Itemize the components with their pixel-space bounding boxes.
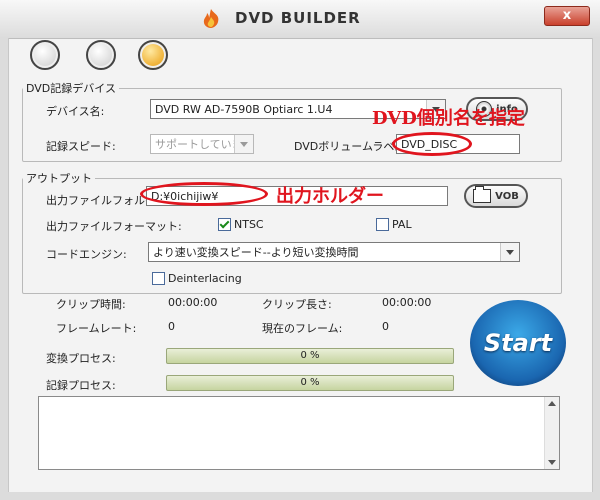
annotation-oval-volume (392, 132, 472, 156)
mode-button-1[interactable] (30, 40, 60, 70)
convert-progress-bar: 0 % (166, 348, 454, 364)
ntsc-checkbox[interactable] (218, 218, 231, 231)
folder-icon (473, 186, 492, 203)
pal-checkbox[interactable] (376, 218, 389, 231)
flame-icon (203, 9, 219, 28)
frame-rate-label: フレームレート: (56, 322, 137, 335)
device-select-value: DVD RW AD-7590B Optiarc 1.U4 (155, 103, 333, 116)
clip-time-label: クリップ時間: (56, 298, 126, 311)
record-speed-select[interactable]: サポートしていま (150, 134, 254, 154)
scroll-down-icon[interactable] (548, 460, 556, 465)
scroll-up-icon[interactable] (548, 401, 556, 406)
annotation-output-folder: 出力ホルダー (276, 186, 384, 207)
chevron-down-icon[interactable] (500, 243, 519, 261)
current-frame-label: 現在のフレーム: (262, 322, 343, 335)
log-scrollbar[interactable] (544, 397, 559, 469)
current-frame-value: 0 (382, 320, 389, 333)
close-button[interactable]: x (544, 6, 590, 26)
device-name-label: デバイス名: (46, 105, 105, 118)
mode-button-3[interactable] (138, 40, 168, 70)
vob-button-label: VOB (495, 190, 519, 202)
mode-button-2[interactable] (86, 40, 116, 70)
record-speed-value: サポートしていま (155, 138, 243, 151)
code-engine-select[interactable]: より速い変換スピード--より短い変換時間 (148, 242, 520, 262)
chevron-down-icon[interactable] (234, 135, 253, 153)
window-border-right (592, 38, 600, 500)
device-group-legend: DVD記録デバイス (23, 80, 119, 96)
deinterlacing-label: Deinterlacing (168, 272, 242, 285)
clip-time-value: 00:00:00 (168, 296, 218, 309)
ntsc-label: NTSC (234, 218, 264, 231)
clip-length-label: クリップ長さ: (262, 298, 332, 311)
output-group-legend: アウトプット (23, 170, 95, 186)
convert-progress-text: 0 % (300, 350, 320, 361)
vob-button[interactable]: VOB (464, 184, 528, 208)
clip-length-value: 00:00:00 (382, 296, 432, 309)
code-engine-label: コードエンジン: (46, 248, 127, 261)
code-engine-value: より速い変換スピード--より短い変換時間 (153, 246, 359, 259)
record-progress-text: 0 % (300, 377, 320, 388)
record-speed-label: 記録スピード: (46, 140, 116, 153)
log-textarea[interactable] (38, 396, 560, 470)
output-format-label: 出力ファイルフォーマット: (46, 220, 182, 233)
frame-rate-value: 0 (168, 320, 175, 333)
window-title: DVD BUILDER (235, 9, 361, 27)
deinterlacing-checkbox[interactable] (152, 272, 165, 285)
annotation-oval-folder (140, 182, 268, 206)
annotation-dvd-name: DVD個別名を指定 (372, 108, 525, 129)
pal-label: PAL (392, 218, 412, 231)
volume-label-label: DVDボリュームラベル (294, 140, 406, 153)
window-border-left (0, 38, 9, 500)
record-progress-bar: 0 % (166, 375, 454, 391)
start-button[interactable]: Start (470, 300, 566, 386)
record-process-label: 記録プロセス: (46, 379, 116, 392)
convert-process-label: 変換プロセス: (46, 352, 116, 365)
window-border-bottom (0, 492, 600, 500)
